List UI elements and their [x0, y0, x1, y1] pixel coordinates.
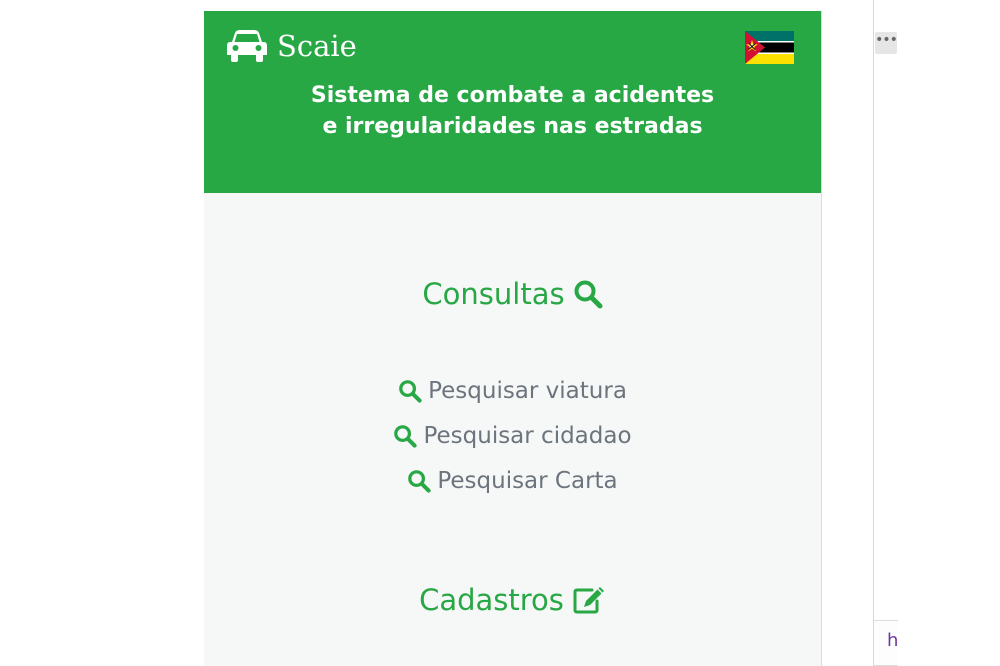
search-icon: [574, 280, 603, 309]
link-pesquisar-cidadao[interactable]: Pesquisar cidadao: [204, 413, 821, 458]
edit-icon: [573, 587, 604, 614]
consultas-section: Consultas: [204, 277, 821, 311]
car-icon: [227, 30, 267, 62]
brand[interactable]: Scaie: [226, 28, 357, 64]
cadastros-title: Cadastros: [419, 583, 564, 617]
link-label: Pesquisar cidadao: [423, 422, 632, 449]
link-pesquisar-viatura[interactable]: Pesquisar viatura: [204, 368, 821, 413]
subtitle-line-1: Sistema de combate a acidentes: [310, 83, 715, 108]
search-icon: [408, 469, 431, 493]
consultas-heading: Consultas: [422, 277, 603, 311]
side-peek-text: h: [887, 630, 899, 651]
subtitle-line-2: e irregularidades nas estradas: [322, 114, 703, 139]
brand-name: Scaie: [277, 29, 357, 63]
more-options-button[interactable]: •••: [875, 32, 898, 54]
window-divider: [873, 0, 874, 666]
mozambique-flag-icon: [745, 31, 794, 64]
search-icon: [394, 424, 418, 448]
search-icon: [399, 379, 422, 403]
link-pesquisar-carta[interactable]: Pesquisar Carta: [204, 458, 821, 503]
link-label: Pesquisar Carta: [437, 467, 618, 494]
header: Scaie Sistema de combate a acidentes e i…: [204, 11, 821, 193]
app-panel: Scaie Sistema de combate a acidentes e i…: [204, 11, 822, 666]
consultas-links: Pesquisar viatura Pesquisar cidadao Pesq…: [204, 368, 821, 503]
cadastros-section: Cadastros: [204, 583, 821, 617]
consultas-title: Consultas: [422, 277, 565, 311]
link-label: Pesquisar viatura: [428, 377, 627, 404]
cadastros-heading: Cadastros: [419, 583, 606, 617]
app-subtitle: Sistema de combate a acidentes e irregul…: [204, 80, 821, 142]
